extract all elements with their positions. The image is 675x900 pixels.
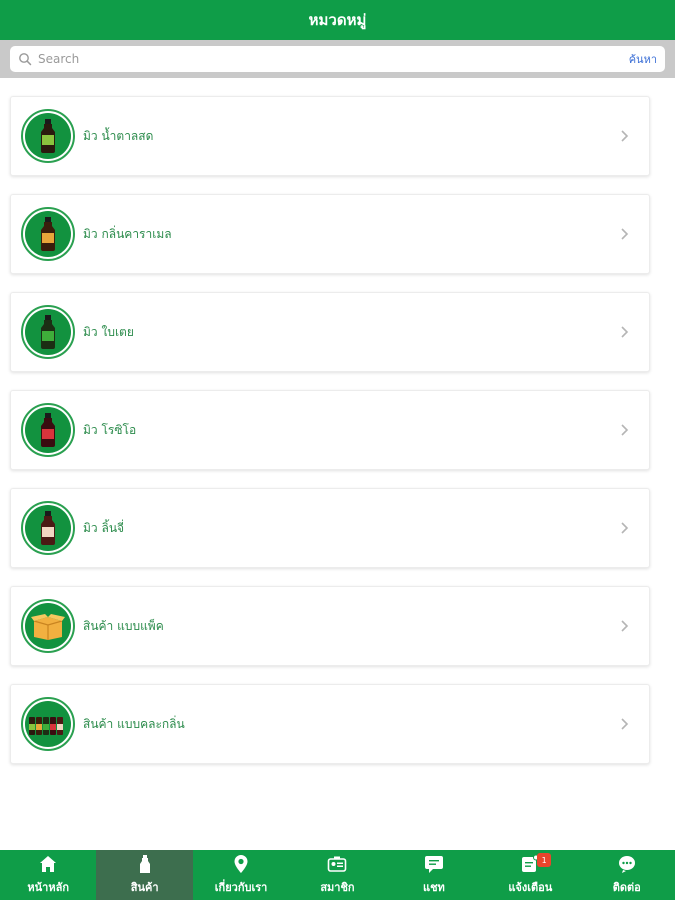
tab-member[interactable]: สมาชิก <box>289 850 385 900</box>
tab-label: สินค้า <box>130 881 159 894</box>
category-thumbnail <box>21 305 75 359</box>
tab-label: แชท <box>422 881 445 894</box>
category-item-fresh-sugar[interactable]: มิว น้ำตาลสด <box>10 96 650 176</box>
category-label: มิว ลิ้นจี่ <box>83 520 125 535</box>
home-icon <box>40 856 57 872</box>
location-pin-icon <box>234 855 248 873</box>
tab-notifications[interactable]: 1 แจ้งเตือน <box>482 850 578 900</box>
category-item-pandan[interactable]: มิว ใบเตย <box>10 292 650 372</box>
search-box: ค้นหา <box>10 46 665 72</box>
top-bar: หมวดหมู่ <box>0 0 675 40</box>
category-list: มิว น้ำตาลสด มิว กลิ่นคาราเมล มิว ใบเตย … <box>10 96 650 782</box>
category-item-assorted[interactable]: สินค้า แบบคละกลิ่น <box>10 684 650 764</box>
category-label: มิว ใบเตย <box>83 324 134 339</box>
tab-chat[interactable]: แชท <box>386 850 482 900</box>
tab-about[interactable]: เกี่ยวกับเรา <box>193 850 289 900</box>
bottle-icon <box>139 855 150 873</box>
bottle-icon <box>41 511 55 545</box>
bottles-assorted-icon <box>29 717 63 735</box>
app-root: หมวดหมู่ ค้นหา มิว น้ำตาลสด <box>0 0 675 900</box>
category-thumbnail <box>21 697 75 751</box>
search-input[interactable] <box>38 52 629 66</box>
member-card-icon <box>328 856 347 872</box>
category-label: สินค้า แบบแพ็ค <box>83 618 164 633</box>
category-item-caramel[interactable]: มิว กลิ่นคาราเมล <box>10 194 650 274</box>
chevron-right-icon <box>621 228 629 240</box>
bottom-tab-bar: หน้าหลัก สินค้า เกี่ยวกับเรา สมาชิก แชท … <box>0 850 675 900</box>
tab-label: หน้าหลัก <box>27 881 70 894</box>
category-thumbnail <box>21 109 75 163</box>
chevron-right-icon <box>621 620 629 632</box>
category-thumbnail <box>21 501 75 555</box>
category-thumbnail <box>21 207 75 261</box>
box-icon <box>31 614 65 640</box>
tab-label: ติดต่อ <box>612 881 641 894</box>
contact-icon <box>618 856 635 873</box>
page-title: หมวดหมู่ <box>308 11 367 29</box>
tab-contact[interactable]: ติดต่อ <box>579 850 675 900</box>
category-thumbnail <box>21 403 75 457</box>
chevron-right-icon <box>621 326 629 338</box>
category-label: มิว โรซิโอ <box>83 422 137 437</box>
tab-label: สมาชิก <box>320 881 355 894</box>
category-item-pack[interactable]: สินค้า แบบแพ็ค <box>10 586 650 666</box>
search-bar: ค้นหา <box>0 40 675 78</box>
tab-home[interactable]: หน้าหลัก <box>0 850 96 900</box>
tab-products[interactable]: สินค้า <box>96 850 193 900</box>
chevron-right-icon <box>621 130 629 142</box>
bottle-icon <box>41 119 55 153</box>
category-label: สินค้า แบบคละกลิ่น <box>83 716 185 731</box>
bottle-icon <box>41 217 55 251</box>
category-thumbnail <box>21 599 75 653</box>
category-label: มิว กลิ่นคาราเมล <box>83 226 172 241</box>
bottle-icon <box>41 413 55 447</box>
chevron-right-icon <box>621 718 629 730</box>
category-label: มิว น้ำตาลสด <box>83 128 154 143</box>
tab-label: แจ้งเตือน <box>508 881 553 894</box>
bottle-icon <box>41 315 55 349</box>
notification-badge: 1 <box>537 853 552 867</box>
chat-icon <box>424 856 443 873</box>
tab-label: เกี่ยวกับเรา <box>214 881 268 894</box>
chevron-right-icon <box>621 522 629 534</box>
search-button[interactable]: ค้นหา <box>629 50 657 68</box>
category-item-rosio[interactable]: มิว โรซิโอ <box>10 390 650 470</box>
category-item-lychee[interactable]: มิว ลิ้นจี่ <box>10 488 650 568</box>
search-icon <box>19 53 32 66</box>
chevron-right-icon <box>621 424 629 436</box>
